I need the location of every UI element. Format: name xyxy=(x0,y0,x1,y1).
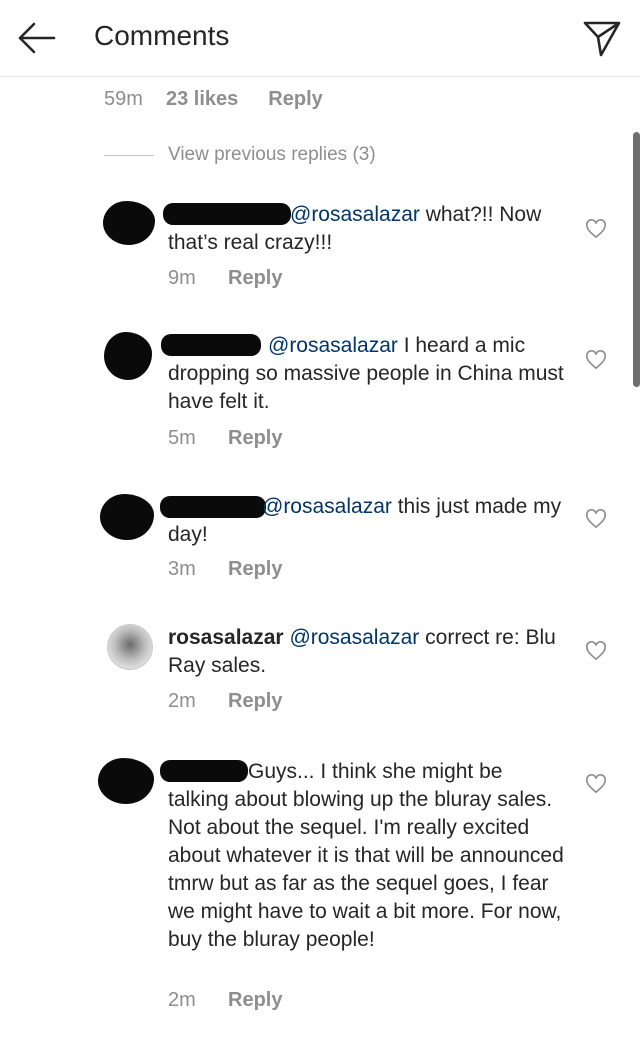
redacted-avatar xyxy=(103,201,155,245)
redacted-avatar xyxy=(98,758,154,804)
avatar[interactable] xyxy=(107,624,153,670)
comment-meta: 9m Reply xyxy=(168,267,282,290)
view-previous-replies[interactable]: View previous replies (3) xyxy=(104,144,376,166)
paper-plane-icon[interactable] xyxy=(582,18,622,58)
comment-text: rosasalazar @rosasalazar correct re: Blu… xyxy=(168,624,568,680)
heart-icon[interactable] xyxy=(585,774,607,794)
comment-text: @rosasalazar what?!! Now that’s real cra… xyxy=(168,201,568,257)
heart-icon[interactable] xyxy=(585,509,607,529)
view-previous-label: View previous replies (3) xyxy=(168,144,376,165)
comment-time: 3m xyxy=(168,558,196,580)
reply-button[interactable]: Reply xyxy=(228,690,282,712)
comment-meta: 2m Reply xyxy=(168,690,282,713)
comment-body: Guys... I think she might be talking abo… xyxy=(168,760,564,951)
heart-icon[interactable] xyxy=(585,641,607,661)
heart-icon[interactable] xyxy=(585,219,607,239)
comment-username[interactable]: rosasalazar xyxy=(168,626,284,649)
likes-count[interactable]: 23 likes xyxy=(166,88,238,111)
arrow-left-icon[interactable] xyxy=(16,20,56,56)
comment-text: @rosasalazar this just made my day! xyxy=(168,493,568,549)
comment-time: 59m xyxy=(104,88,143,110)
redacted-avatar xyxy=(104,332,152,380)
comment-text: @rosasalazar I heard a mic dropping so m… xyxy=(168,332,568,416)
comment-time: 2m xyxy=(168,690,196,712)
comment-meta: 2m Reply xyxy=(168,989,282,1012)
header-bar: Comments xyxy=(0,0,640,77)
comment-time: 2m xyxy=(168,989,196,1011)
page-title: Comments xyxy=(94,20,230,51)
mention-link[interactable]: @rosasalazar xyxy=(289,626,419,649)
reply-button[interactable]: Reply xyxy=(228,989,282,1011)
redacted-avatar xyxy=(100,494,154,540)
parent-comment-meta: 59m 23 likes Reply xyxy=(104,88,323,111)
comment-meta: 3m Reply xyxy=(168,558,282,581)
mention-link[interactable]: @rosasalazar xyxy=(262,495,392,518)
reply-button[interactable]: Reply xyxy=(228,267,282,289)
heart-icon[interactable] xyxy=(585,350,607,370)
comment-time: 5m xyxy=(168,427,196,449)
comment-time: 9m xyxy=(168,267,196,289)
reply-button[interactable]: Reply xyxy=(228,558,282,580)
divider-line xyxy=(104,154,154,156)
comment-meta: 5m Reply xyxy=(168,427,282,450)
mention-link[interactable]: @rosasalazar xyxy=(290,203,420,226)
reply-button[interactable]: Reply xyxy=(228,427,282,449)
scrollbar[interactable] xyxy=(633,132,640,387)
comment-text: Guys... I think she might be talking abo… xyxy=(168,758,568,954)
reply-button[interactable]: Reply xyxy=(268,88,322,111)
mention-link[interactable]: @rosasalazar xyxy=(268,334,398,357)
